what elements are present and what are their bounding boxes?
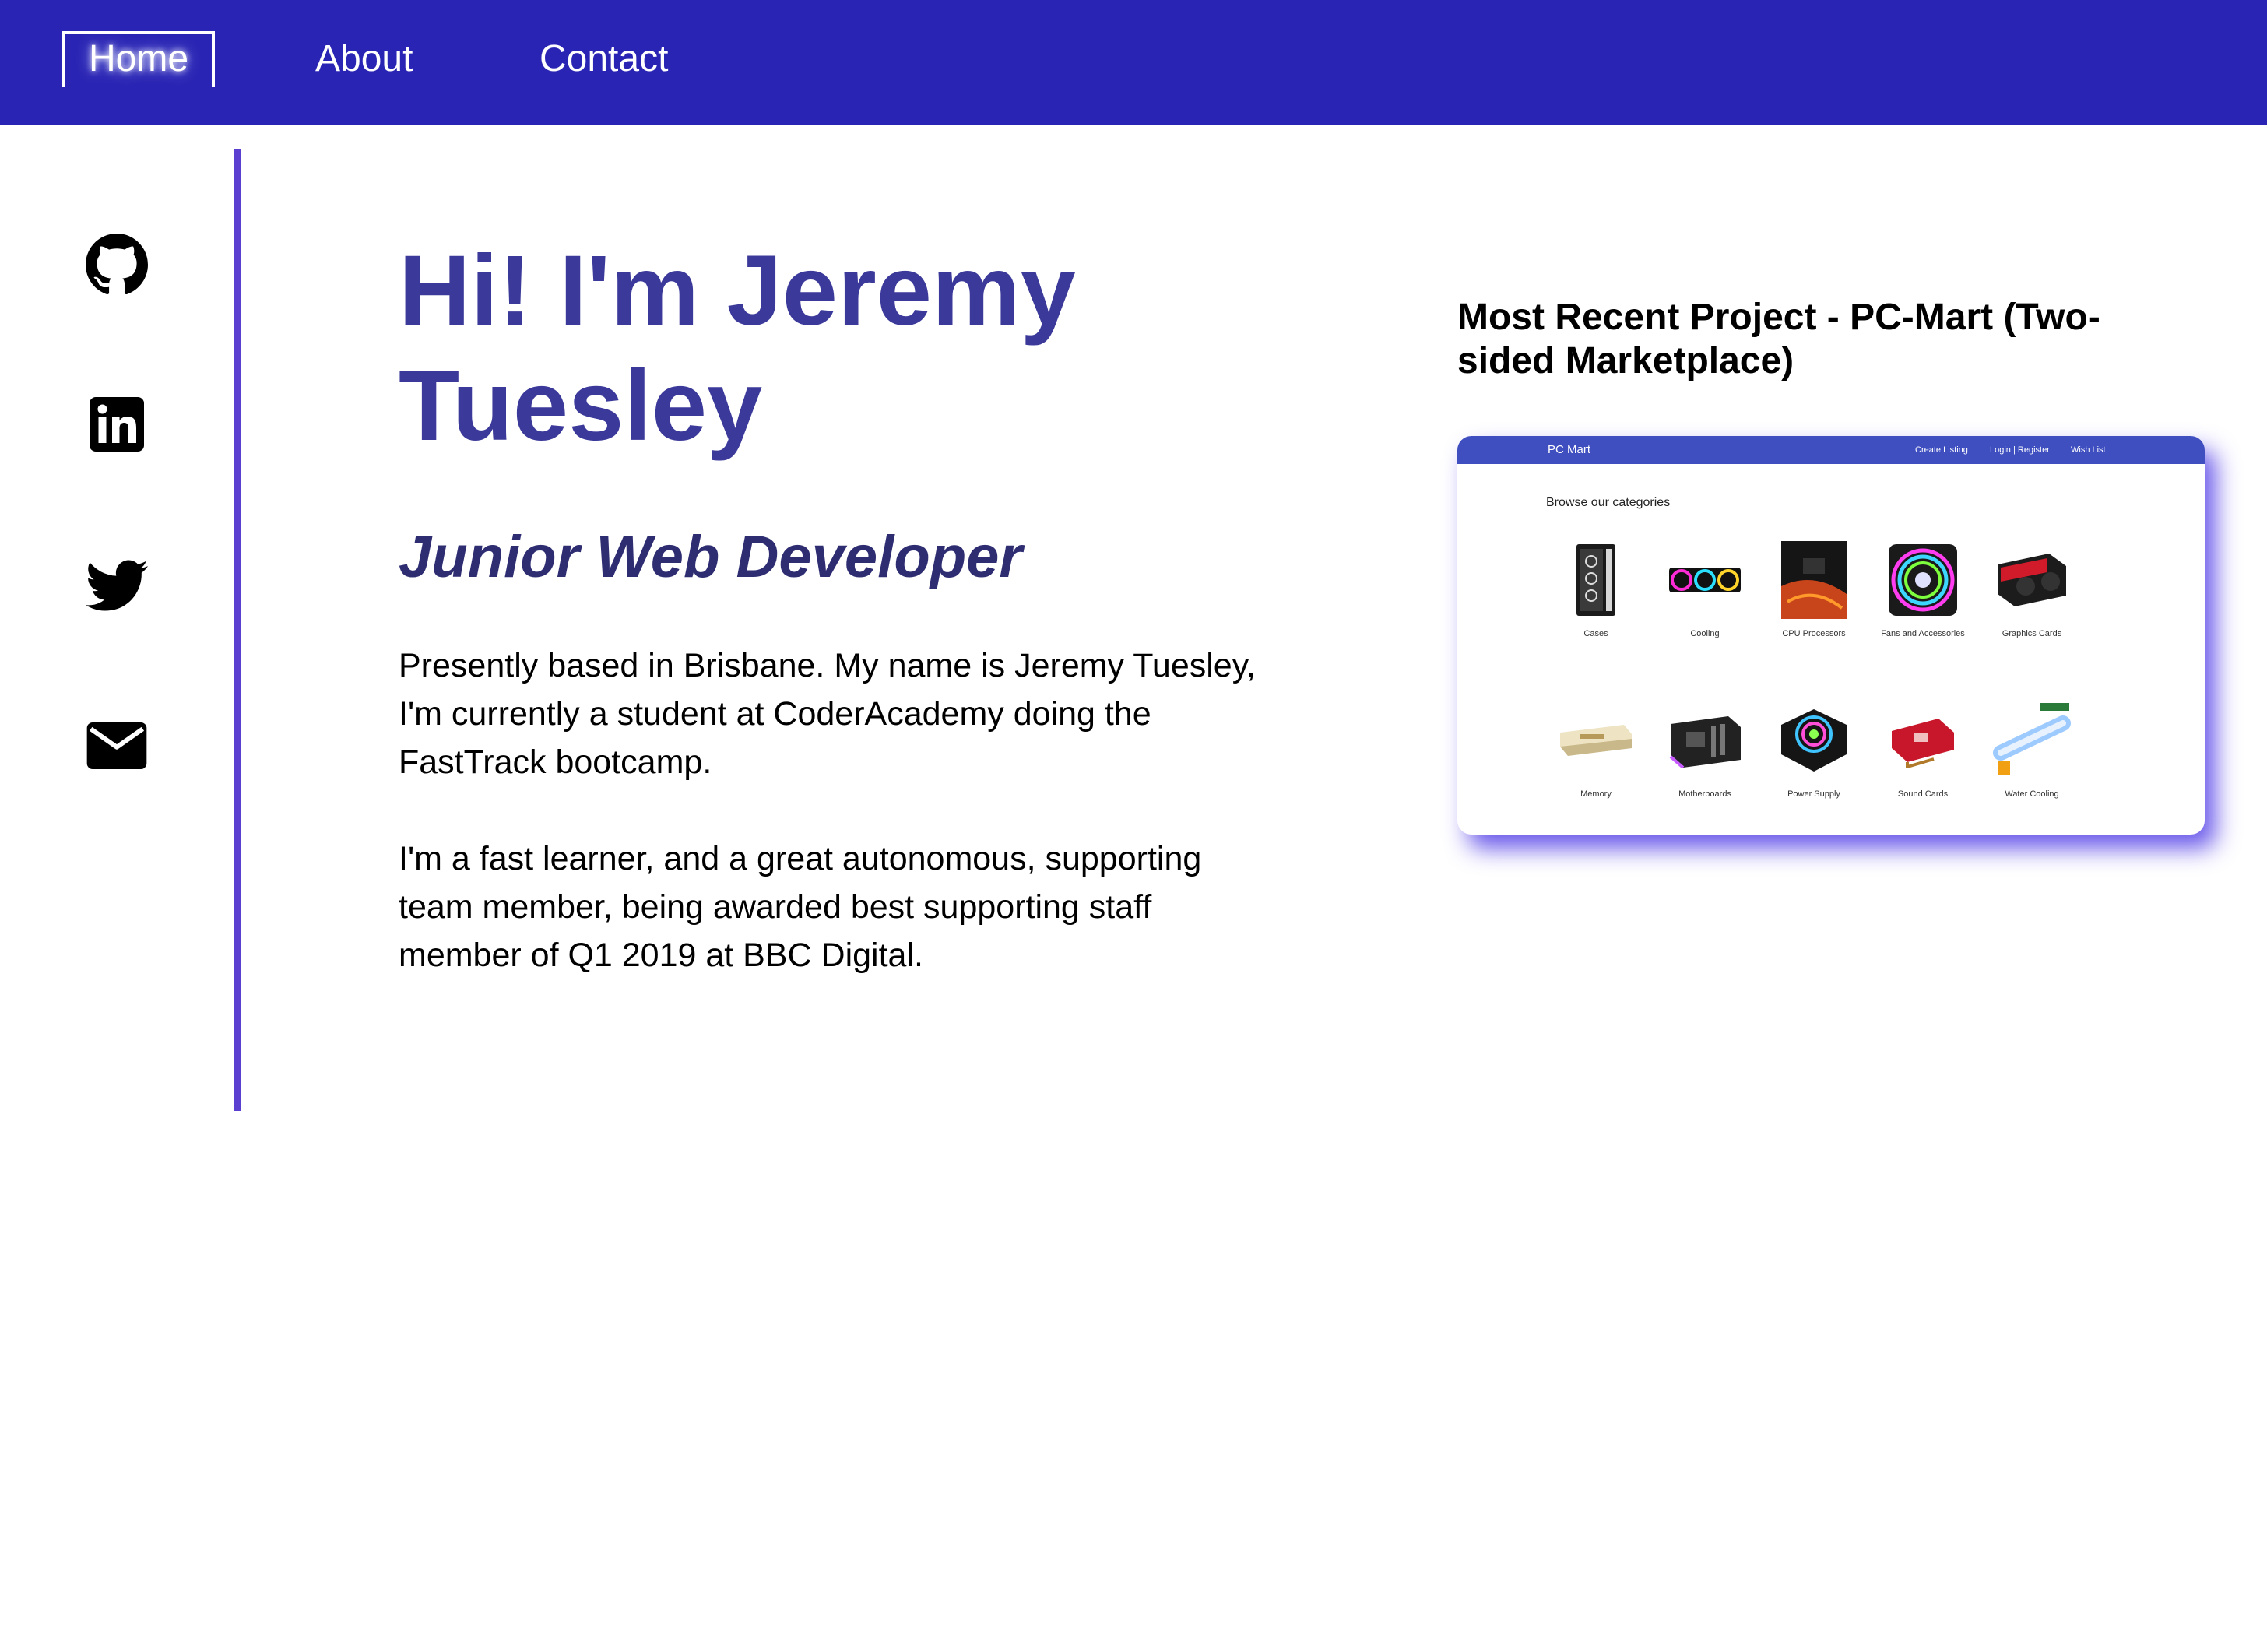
category-graphics: Graphics Cards	[1977, 537, 2086, 640]
category-motherboards: Motherboards	[1650, 698, 1759, 800]
soundcard-image	[1884, 698, 1962, 783]
category-cpu: CPU Processors	[1759, 537, 1868, 640]
psu-image	[1775, 698, 1853, 783]
email-icon[interactable]	[86, 715, 148, 777]
category-cases: Cases	[1541, 537, 1650, 640]
about-paragraph: I'm a fast learner, and a great autonomo…	[399, 840, 1202, 974]
memory-image	[1557, 698, 1635, 783]
category-cooling: Cooling	[1650, 537, 1759, 640]
cooling-image	[1666, 537, 1744, 623]
screenshot-link: Wish List	[2071, 445, 2106, 455]
category-water: Water Cooling	[1977, 698, 2086, 800]
category-label: Fans and Accessories	[1881, 629, 1965, 638]
intro-paragraph: Presently based in Brisbane. My name is …	[399, 647, 1256, 781]
gpu-image	[1993, 537, 2071, 623]
category-power: Power Supply	[1759, 698, 1868, 800]
category-label: Water Cooling	[2005, 789, 2059, 799]
category-label: CPU Processors	[1782, 629, 1846, 638]
project-screenshot[interactable]: PC Mart Create Listing Login | Register …	[1457, 436, 2205, 835]
github-icon[interactable]	[86, 234, 148, 296]
nav-home[interactable]: Home	[62, 31, 215, 87]
category-label: Cooling	[1690, 629, 1720, 638]
twitter-icon[interactable]	[86, 554, 148, 617]
watercooling-image	[1993, 698, 2071, 783]
fan-image	[1884, 537, 1962, 623]
nav-contact[interactable]: Contact	[540, 31, 668, 87]
case-image	[1557, 537, 1635, 623]
category-label: Motherboards	[1678, 789, 1731, 799]
top-navbar: Home About Contact	[0, 0, 2267, 125]
category-sound: Sound Cards	[1868, 698, 1977, 800]
linkedin-icon[interactable]	[86, 393, 148, 455]
motherboard-image	[1666, 698, 1744, 783]
project-heading: Most Recent Project - PC-Mart (Two-sided…	[1457, 297, 2100, 381]
category-label: Power Supply	[1787, 789, 1840, 799]
cpu-image	[1775, 537, 1853, 623]
sidebar-divider	[234, 149, 241, 1111]
category-label: Graphics Cards	[2002, 629, 2062, 638]
screenshot-browse-heading: Browse our categories	[1546, 496, 1671, 509]
page-title: Hi! I'm Jeremy Tuesley	[399, 235, 1076, 462]
nav-about[interactable]: About	[315, 31, 413, 87]
category-label: Sound Cards	[1897, 789, 1949, 799]
category-label: Memory	[1580, 789, 1612, 799]
category-fans: Fans and Accessories	[1868, 537, 1977, 640]
screenshot-navbar: PC Mart Create Listing Login | Register …	[1457, 436, 2205, 464]
screenshot-link: Login | Register	[1990, 445, 2050, 455]
screenshot-brand: PC Mart	[1548, 443, 1591, 456]
screenshot-link: Create Listing	[1915, 445, 1968, 455]
page-subtitle: Junior Web Developer	[399, 524, 1023, 590]
category-label: Cases	[1583, 629, 1608, 638]
category-memory: Memory	[1541, 698, 1650, 800]
